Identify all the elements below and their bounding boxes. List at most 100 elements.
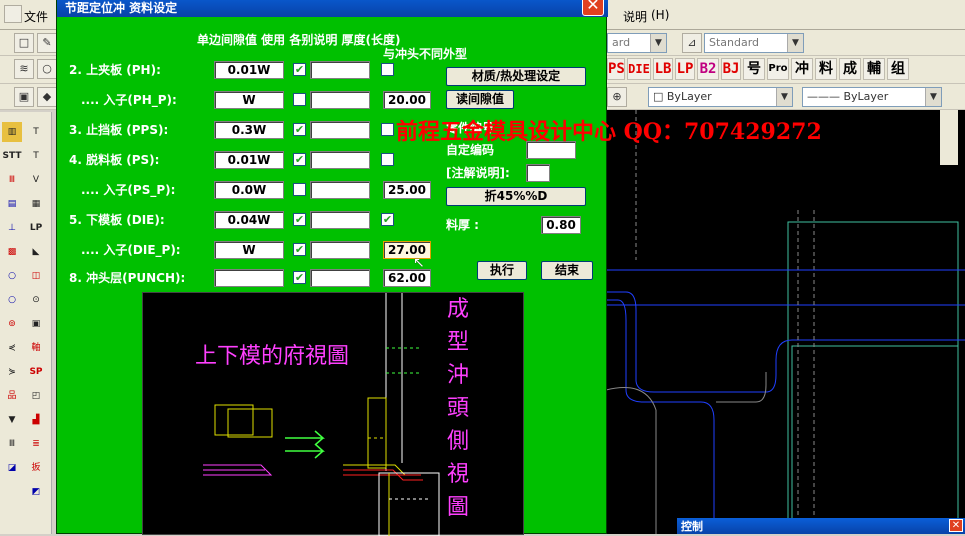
row-ph-use-checkbox[interactable]: ✔	[293, 63, 306, 76]
right-scroll-toolbar[interactable]	[940, 110, 958, 165]
control-close-icon[interactable]: ✕	[949, 519, 963, 532]
row-psp-use-checkbox[interactable]	[293, 183, 306, 196]
tool-bj[interactable]: BJ	[721, 58, 741, 80]
properties-icon[interactable]: ▣	[14, 87, 34, 107]
pan-icon[interactable]: ⊕	[607, 87, 627, 107]
tool-icon-6[interactable]: ▤	[2, 194, 22, 214]
tool-icon-21[interactable]: ▟	[26, 410, 46, 430]
tool-icon-18[interactable]: 品	[2, 386, 22, 406]
row-psp-note[interactable]	[310, 181, 370, 199]
tool-cheng[interactable]: 成	[839, 58, 861, 80]
tool-icon-14[interactable]: ▣	[26, 314, 46, 334]
tool-chong[interactable]: 冲	[791, 58, 813, 80]
row-diep-use-checkbox[interactable]: ✔	[293, 243, 306, 256]
row-php-thickness[interactable]: 20.00	[383, 91, 431, 109]
end-button[interactable]: 结束	[541, 261, 593, 280]
tool-lp-left[interactable]: LP	[26, 218, 46, 238]
tool-icon-10[interactable]: ◣	[26, 242, 46, 262]
tool-icon-15[interactable]: ⋞	[2, 338, 22, 358]
tool-icon-4[interactable]: Ⅲ	[2, 170, 22, 190]
row-pps-note[interactable]	[310, 121, 370, 139]
eraser-icon[interactable]: ◆	[37, 87, 57, 107]
open-icon[interactable]: ✎	[37, 33, 57, 53]
tool-icon-22[interactable]: Ⅲ	[2, 434, 22, 454]
row-ps-use-checkbox[interactable]: ✔	[293, 153, 306, 166]
row-pps-clearance[interactable]: 0.3W	[214, 121, 284, 139]
linetype-combo[interactable]: ——— ByLayer ▼	[802, 87, 942, 107]
row-php-use-checkbox[interactable]	[293, 93, 306, 106]
tool-stt[interactable]: STT	[2, 146, 22, 166]
row-punch-use-checkbox[interactable]: ✔	[293, 271, 306, 284]
tool-icon-26[interactable]: ◩	[26, 482, 46, 502]
tool-icon-12[interactable]: ⊙	[26, 290, 46, 310]
control-panel-titlebar[interactable]: 控制 ✕	[677, 518, 965, 534]
read-clearance-button[interactable]: 读间隙值	[446, 90, 514, 109]
tool-pro[interactable]: Pro	[767, 58, 789, 80]
menu-file[interactable]: 文件	[24, 8, 48, 25]
tool-icon-23[interactable]: ≣	[26, 434, 46, 454]
tool-icon-5[interactable]: Ⅴ	[26, 170, 46, 190]
tool-lb[interactable]: LB	[653, 58, 673, 80]
row-pps-use-checkbox[interactable]: ✔	[293, 123, 306, 136]
new-icon[interactable]: □	[14, 33, 34, 53]
note-field[interactable]	[526, 164, 550, 182]
tool-ps[interactable]: PS	[607, 58, 625, 80]
execute-button[interactable]: 执行	[477, 261, 527, 280]
row-psp-clearance[interactable]: 0.0W	[214, 181, 284, 199]
row-ph-clearance[interactable]: 0.01W	[214, 61, 284, 79]
tool-icon-24[interactable]: ◪	[2, 458, 22, 478]
fold-45-button[interactable]: 折45%%D	[446, 187, 586, 206]
row-punch-note[interactable]	[310, 269, 370, 287]
material-thickness-field[interactable]: 0.80	[541, 216, 581, 234]
row-die-use-checkbox[interactable]: ✔	[293, 213, 306, 226]
tool-icon-11[interactable]: ◫	[26, 266, 46, 286]
tool-icon-25[interactable]: 扳	[26, 458, 46, 478]
tool-icon-16[interactable]: 軸	[26, 338, 46, 358]
tool-lp[interactable]: LP	[675, 58, 695, 80]
tool-icon-2[interactable]: T	[26, 122, 46, 142]
row-php-note[interactable]	[310, 91, 370, 109]
row-punch-clearance[interactable]	[214, 269, 284, 287]
layers-icon[interactable]: ≋	[14, 59, 34, 79]
row-php-clearance[interactable]: W	[214, 91, 284, 109]
circle-icon[interactable]: ○	[2, 266, 22, 286]
tool-b2[interactable]: B2	[697, 58, 719, 80]
tool-sp[interactable]: SP	[26, 362, 46, 382]
tool-icon-3[interactable]: T	[26, 146, 46, 166]
dim-style-icon[interactable]: ⊿	[682, 33, 702, 53]
tool-liao[interactable]: 料	[815, 58, 837, 80]
material-settings-button[interactable]: 材质/热处理设定	[446, 67, 586, 86]
row-diep-note[interactable]	[310, 241, 370, 259]
row-ps-note[interactable]	[310, 151, 370, 169]
row-die-shape-checkbox[interactable]: ✔	[381, 213, 394, 226]
row-ps-shape-checkbox[interactable]	[381, 153, 394, 166]
tool-die[interactable]: DIE	[627, 58, 651, 80]
tool-zu[interactable]: 组	[887, 58, 909, 80]
tool-icon-17[interactable]: ⋟	[2, 362, 22, 382]
row-punch-thickness[interactable]: 62.00	[383, 269, 431, 287]
cad-drawing-area[interactable]	[606, 110, 965, 534]
close-button[interactable]: ✕	[582, 0, 604, 16]
menu-help[interactable]: 说明	[623, 8, 647, 25]
tool-icon-9[interactable]: ▩	[2, 242, 22, 262]
row-pps-shape-checkbox[interactable]	[381, 123, 394, 136]
row-die-note[interactable]	[310, 211, 370, 229]
row-ps-clearance[interactable]: 0.01W	[214, 151, 284, 169]
dim-style-combo[interactable]: Standard ▼	[704, 33, 804, 53]
row-ph-note[interactable]	[310, 61, 370, 79]
bulb-icon[interactable]: ○	[37, 59, 57, 79]
row-ph-shape-checkbox[interactable]	[381, 63, 394, 76]
row-die-clearance[interactable]: 0.04W	[214, 211, 284, 229]
layer-combo[interactable]: □ ByLayer ▼	[648, 87, 793, 107]
tool-icon-8[interactable]: ⊥	[2, 218, 22, 238]
row-diep-clearance[interactable]: W	[214, 241, 284, 259]
tool-fu[interactable]: 輔	[863, 58, 885, 80]
tool-icon-13[interactable]: ⊚	[2, 314, 22, 334]
tool-icon-7[interactable]: ▦	[26, 194, 46, 214]
dialog-titlebar[interactable]: 节距定位冲 资料设定	[57, 0, 608, 17]
partial-style-combo[interactable]: ard ▼	[607, 33, 667, 53]
row-psp-thickness[interactable]: 25.00	[383, 181, 431, 199]
tool-hao[interactable]: 号	[743, 58, 765, 80]
tool-icon-20[interactable]: ▼	[2, 410, 22, 430]
tool-icon-1[interactable]: ▥	[2, 122, 22, 142]
